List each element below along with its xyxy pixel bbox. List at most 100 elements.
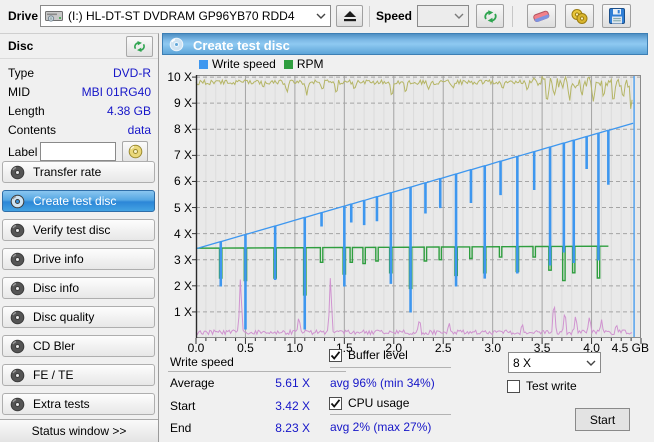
erase-disc-button[interactable] (527, 4, 556, 28)
checkbox-icon (329, 348, 342, 362)
disc-info-row: Length 4.38 GB (0, 102, 158, 121)
y-tick-label: 10 X (167, 70, 192, 85)
drive-select-value: (I:) HL-DT-ST DVDRAM GP96YB70 RDD4 (68, 9, 295, 23)
disc-icon (10, 223, 25, 238)
speed-label: Speed (376, 9, 413, 23)
gold-disc-icon (128, 144, 143, 159)
toolbar-separator (369, 6, 370, 27)
status-window-button[interactable]: Status window >> (0, 419, 158, 442)
stat-label: Start (170, 399, 196, 413)
sidebar-item-label: Disc info (33, 281, 80, 295)
sidebar: Disc Type DVD-R MID MBI 01RG40 Length 4.38 GB… (0, 33, 159, 442)
cpu-stat: avg 2% (max 27%) (330, 420, 432, 434)
info-label: MID (8, 85, 30, 99)
disc-icon (10, 397, 25, 412)
sidebar-nav: Transfer rate Create test disc Verify test… (2, 161, 155, 422)
sidebar-item-cd-bler[interactable]: CD Bler (2, 335, 155, 357)
disc-header-title: Disc (8, 39, 34, 53)
page-title: Create test disc (193, 38, 290, 53)
refresh-icon (482, 8, 499, 25)
eject-button[interactable] (336, 5, 363, 27)
info-value: data (127, 123, 151, 137)
y-tick-label: 6 X (173, 174, 192, 189)
y-tick-label: 8 X (173, 122, 192, 137)
y-tick-label: 5 X (173, 200, 192, 215)
sidebar-item-fe-te[interactable]: FE / TE (2, 364, 155, 386)
x-tick-label: 0.5 (237, 341, 254, 355)
cpu-usage-checkbox[interactable]: CPU usage (329, 396, 409, 410)
refresh-button[interactable] (476, 4, 504, 28)
drive-select[interactable]: (I:) HL-DT-ST DVDRAM GP96YB70 RDD4 (40, 5, 331, 27)
x-tick-label: 4.5 GB (611, 341, 649, 355)
info-label: Contents (8, 123, 57, 137)
test-write-label: Test write (526, 379, 577, 393)
sidebar-item-disc-info[interactable]: Disc info (2, 277, 155, 299)
disc-icon (10, 368, 25, 383)
chart-legend: Write speed RPM (199, 57, 327, 71)
write-speed-select[interactable]: 8 X (508, 352, 601, 373)
legend-swatch (199, 59, 208, 69)
disc-info-row: Contents data (0, 121, 158, 140)
y-tick-label: 3 X (173, 252, 192, 267)
disc-icon (169, 37, 184, 58)
drive-icon (45, 9, 63, 23)
sidebar-item-label: FE / TE (33, 368, 74, 382)
disc-info-list: Type DVD-R MID MBI 01RG40 Length 4.38 GB Conte… (0, 59, 158, 140)
sidebar-item-label: Verify test disc (33, 223, 111, 237)
stat-label: End (170, 421, 192, 435)
refresh-disc-button[interactable] (126, 36, 153, 57)
disc-icon (10, 194, 25, 209)
disc-icon (10, 165, 25, 180)
save-icon (608, 8, 625, 24)
refresh-icon (132, 39, 147, 54)
disc-info-row: Type DVD-R (0, 64, 158, 83)
sidebar-item-label: Create test disc (33, 194, 117, 208)
buffer-level-label: Buffer level (348, 348, 408, 362)
sidebar-item-label: Transfer rate (33, 165, 102, 179)
sidebar-item-drive-info[interactable]: Drive info (2, 248, 155, 270)
info-label: Type (8, 66, 35, 80)
disc-icon (10, 339, 25, 354)
stat-value: 5.61 X (275, 376, 310, 390)
eject-icon (343, 10, 357, 22)
write-speed-chart (192, 75, 642, 344)
label-field-caption: Label (8, 145, 38, 159)
speed-select[interactable] (417, 5, 469, 27)
disc-group-header: Disc (0, 34, 158, 59)
stats-section-title: Write speed (170, 355, 234, 369)
test-write-checkbox[interactable]: Test write (507, 379, 577, 393)
stat-value: 3.42 X (275, 399, 310, 413)
disc-icon (10, 281, 25, 296)
disc-icon (10, 252, 25, 267)
sidebar-item-label: Drive info (33, 252, 84, 266)
disc-tools-button[interactable] (565, 4, 594, 28)
divider (168, 371, 346, 372)
checkbox-icon (329, 396, 342, 410)
chevron-down-icon (586, 360, 596, 366)
sidebar-item-create-test-disc[interactable]: Create test disc (2, 190, 155, 212)
x-tick-label: 0.0 (187, 341, 205, 355)
x-tick-label: 2.5 (434, 341, 452, 355)
sidebar-item-verify-test-disc[interactable]: Verify test disc (2, 219, 155, 241)
divider (330, 367, 451, 368)
chevron-down-icon (454, 13, 464, 19)
sidebar-item-transfer-rate[interactable]: Transfer rate (2, 161, 155, 183)
cpu-usage-label: CPU usage (348, 396, 410, 410)
start-button[interactable]: Start (575, 408, 630, 431)
label-input[interactable] (40, 142, 116, 161)
info-value: MBI 01RG40 (81, 85, 151, 99)
y-tick-label: 2 X (173, 278, 192, 293)
x-tick-label: 3.0 (484, 341, 501, 355)
legend-label: RPM (296, 57, 324, 71)
checkbox-icon (507, 379, 520, 393)
sidebar-item-disc-quality[interactable]: Disc quality (2, 306, 155, 328)
buffer-level-checkbox[interactable]: Buffer level (329, 348, 408, 362)
info-label: Length (8, 104, 45, 118)
save-button[interactable] (602, 4, 631, 28)
sidebar-item-extra-tests[interactable]: Extra tests (2, 393, 155, 415)
discs-icon (570, 8, 589, 25)
drive-label: Drive (8, 9, 39, 23)
write-label-button[interactable] (122, 141, 148, 162)
buffer-stat: avg 96% (min 34%) (330, 376, 435, 390)
stat-label: Average (170, 376, 215, 390)
